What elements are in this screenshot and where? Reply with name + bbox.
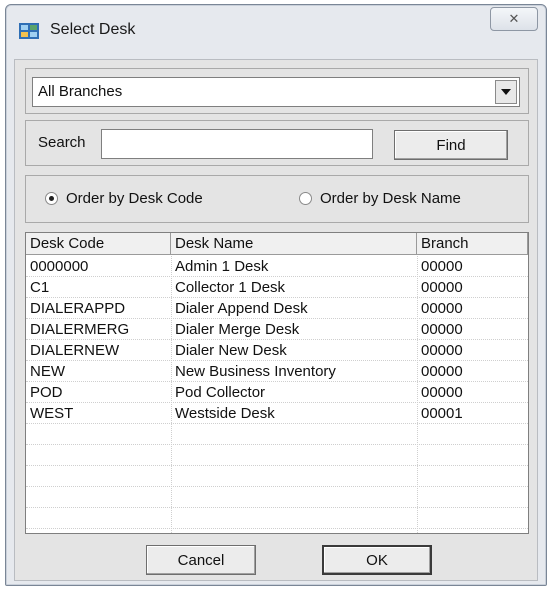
desk-name-cell: Dialer Append Desk xyxy=(175,300,308,317)
dropdown-arrow-icon[interactable] xyxy=(495,80,517,104)
desk-code-cell: 0000000 xyxy=(30,258,89,275)
branch-filter-group: All Branches xyxy=(25,68,529,114)
desk-code-cell: NEW xyxy=(30,363,65,380)
order-options-group: Order by Desk Code Order by Desk Name xyxy=(25,175,529,223)
title-bar[interactable]: Select Desk ✕ xyxy=(6,5,546,49)
search-group: Search Find xyxy=(25,120,529,166)
cancel-button[interactable]: Cancel xyxy=(146,545,256,575)
branch-cell: 00000 xyxy=(421,384,463,401)
branch-select[interactable]: All Branches xyxy=(32,77,520,107)
table-row[interactable]: DIALERMERG Dialer Merge Desk 00000 xyxy=(26,319,528,340)
order-by-desk-code-label: Order by Desk Code xyxy=(66,190,203,207)
column-header-desk-code[interactable]: Desk Code xyxy=(26,233,171,255)
empty-row xyxy=(26,529,528,533)
desk-name-cell: Dialer Merge Desk xyxy=(175,321,300,338)
table-row[interactable]: DIALERNEW Dialer New Desk 00000 xyxy=(26,340,528,361)
desk-name-cell: Dialer New Desk xyxy=(175,342,287,359)
empty-row xyxy=(26,487,528,508)
desk-list-rows: 0000000 Admin 1 Desk 00000 C1 Collector 1 D… xyxy=(26,256,528,533)
find-button[interactable]: Find xyxy=(394,130,508,160)
branch-select-value: All Branches xyxy=(38,83,123,100)
desk-code-cell: C1 xyxy=(30,279,50,296)
branch-cell: 00000 xyxy=(421,321,463,338)
radio-unchecked-icon xyxy=(299,192,312,205)
desk-list-header: Desk Code Desk Name Branch xyxy=(26,233,528,255)
table-row[interactable]: WEST Westside Desk 00001 xyxy=(26,403,528,424)
dialog-body: All Branches Search Find Order by Desk C… xyxy=(14,59,538,581)
table-row[interactable]: C1 Collector 1 Desk 00000 xyxy=(26,277,528,298)
empty-row xyxy=(26,445,528,466)
empty-row xyxy=(26,508,528,529)
branch-cell: 00000 xyxy=(421,363,463,380)
ok-button[interactable]: OK xyxy=(322,545,432,575)
desk-name-cell: Admin 1 Desk xyxy=(175,258,269,275)
desk-code-cell: POD xyxy=(30,384,63,401)
branch-cell: 00000 xyxy=(421,258,463,275)
table-row[interactable]: 0000000 Admin 1 Desk 00000 xyxy=(26,256,528,277)
branch-cell: 00000 xyxy=(421,300,463,317)
desk-name-cell: New Business Inventory xyxy=(175,363,336,380)
desk-code-cell: DIALERNEW xyxy=(30,342,120,359)
desk-name-cell: Collector 1 Desk xyxy=(175,279,286,296)
desk-name-cell: Pod Collector xyxy=(175,384,266,401)
radio-checked-icon xyxy=(45,192,58,205)
desk-list[interactable]: Desk Code Desk Name Branch 0000000 Admin … xyxy=(25,232,529,534)
desk-name-cell: Westside Desk xyxy=(175,405,275,422)
branch-cell: 00000 xyxy=(421,279,463,296)
close-icon: ✕ xyxy=(508,11,520,26)
column-header-desk-name[interactable]: Desk Name xyxy=(171,233,417,255)
search-label: Search xyxy=(38,134,86,151)
empty-row xyxy=(26,424,528,445)
select-desk-dialog: Select Desk ✕ All Branches Search Find O… xyxy=(5,4,547,586)
order-by-desk-code-radio[interactable]: Order by Desk Code xyxy=(45,190,203,207)
window-title: Select Desk xyxy=(50,21,136,38)
search-input[interactable] xyxy=(101,129,373,159)
close-button[interactable]: ✕ xyxy=(490,7,538,31)
empty-row xyxy=(26,466,528,487)
table-row[interactable]: POD Pod Collector 00000 xyxy=(26,382,528,403)
order-by-desk-name-radio[interactable]: Order by Desk Name xyxy=(299,190,461,207)
desk-code-cell: DIALERAPPD xyxy=(30,300,126,317)
table-row[interactable]: DIALERAPPD Dialer Append Desk 00000 xyxy=(26,298,528,319)
desk-code-cell: WEST xyxy=(30,405,74,422)
branch-cell: 00001 xyxy=(421,405,463,422)
branch-cell: 00000 xyxy=(421,342,463,359)
desk-app-icon xyxy=(18,20,40,42)
column-header-branch[interactable]: Branch xyxy=(417,233,528,255)
order-by-desk-name-label: Order by Desk Name xyxy=(320,190,461,207)
table-row[interactable]: NEW New Business Inventory 00000 xyxy=(26,361,528,382)
desk-code-cell: DIALERMERG xyxy=(30,321,130,338)
